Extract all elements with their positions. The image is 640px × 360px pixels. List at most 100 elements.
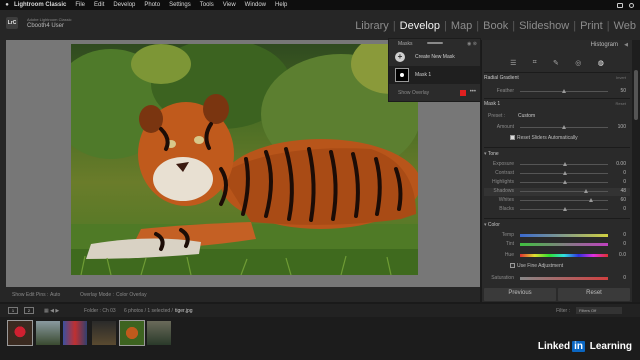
temp-slider-row[interactable]: Temp 0 bbox=[484, 232, 630, 240]
saturation-value[interactable]: 0 bbox=[623, 275, 626, 281]
tone-slider-knob[interactable] bbox=[563, 207, 567, 211]
tone-slider-row[interactable]: Whites 60 bbox=[484, 197, 630, 205]
scrollbar-thumb[interactable] bbox=[634, 70, 638, 120]
drag-handle-icon[interactable] bbox=[427, 42, 443, 44]
window-icon[interactable] bbox=[617, 2, 623, 8]
tone-slider-knob[interactable] bbox=[584, 189, 588, 193]
menu-photo[interactable]: Photo bbox=[144, 2, 160, 8]
tone-slider-value[interactable]: 60 bbox=[620, 197, 626, 203]
menu-develop[interactable]: Develop bbox=[113, 2, 135, 8]
temp-value[interactable]: 0 bbox=[623, 232, 626, 238]
mask-reset-button[interactable]: Reset bbox=[616, 101, 626, 106]
red-eye-icon[interactable]: ◎ bbox=[575, 59, 581, 67]
tone-slider-value[interactable]: 0 bbox=[623, 170, 626, 176]
tone-slider-value[interactable]: 48 bbox=[620, 188, 626, 194]
amount-value[interactable]: 100 bbox=[618, 124, 626, 130]
feather-value[interactable]: 50 bbox=[620, 88, 626, 94]
module-slideshow[interactable]: Slideshow bbox=[519, 20, 569, 32]
feather-track[interactable] bbox=[520, 89, 608, 93]
hue-track[interactable] bbox=[520, 254, 608, 257]
masks-panel-header[interactable]: Masks ◉ ⊗ bbox=[389, 39, 480, 48]
amount-knob[interactable] bbox=[562, 125, 566, 129]
menu-file[interactable]: File bbox=[75, 2, 85, 8]
panel-controls-icon[interactable]: ◉ ⊗ bbox=[467, 41, 477, 47]
tone-slider-track[interactable] bbox=[520, 207, 608, 211]
app-menu[interactable]: Lightroom Classic bbox=[14, 2, 66, 8]
tone-slider-value[interactable]: 0.00 bbox=[616, 161, 626, 167]
healing-icon[interactable]: ✎ bbox=[553, 59, 559, 67]
amount-slider-row[interactable]: Amount 100 bbox=[484, 124, 630, 132]
feather-slider-row[interactable]: Feather 50 bbox=[484, 88, 630, 96]
menu-settings[interactable]: Settings bbox=[169, 2, 191, 8]
tone-slider-row[interactable]: Shadows 48 bbox=[484, 188, 630, 196]
more-options-icon[interactable]: ••• bbox=[470, 89, 476, 95]
module-web[interactable]: Web bbox=[614, 20, 636, 32]
reset-sliders-checkbox[interactable] bbox=[510, 135, 515, 141]
tone-slider-value[interactable]: 0 bbox=[623, 179, 626, 185]
hue-slider-row[interactable]: Hue 0.0 bbox=[484, 252, 630, 260]
tone-slider-knob[interactable] bbox=[563, 180, 567, 184]
mask-item-1[interactable]: Mask 1 bbox=[389, 66, 480, 84]
tint-value[interactable]: 0 bbox=[623, 241, 626, 247]
monitor-2-button[interactable]: 2 bbox=[24, 307, 34, 314]
tone-slider-knob[interactable] bbox=[563, 171, 567, 175]
filmstrip-thumbnail[interactable] bbox=[147, 321, 171, 345]
apple-icon[interactable]: ● bbox=[0, 2, 14, 8]
module-develop[interactable]: Develop bbox=[400, 20, 440, 32]
tone-header[interactable]: ▾ Tone bbox=[484, 151, 630, 159]
module-print[interactable]: Print bbox=[580, 20, 603, 32]
module-library[interactable]: Library bbox=[355, 20, 389, 32]
edit-sliders-icon[interactable]: ☰ bbox=[510, 59, 516, 67]
show-edit-pins-select[interactable]: Auto bbox=[50, 292, 60, 298]
folder-label[interactable]: Folder : Ch 03 bbox=[84, 308, 116, 314]
feather-knob[interactable] bbox=[562, 89, 566, 93]
menu-tools[interactable]: Tools bbox=[200, 2, 214, 8]
module-map[interactable]: Map bbox=[451, 20, 472, 32]
tone-slider-value[interactable]: 0 bbox=[623, 206, 626, 212]
tone-slider-row[interactable]: Contrast 0 bbox=[484, 170, 630, 178]
filmstrip-thumbnail[interactable] bbox=[7, 320, 33, 346]
tiger-photo[interactable] bbox=[71, 44, 418, 275]
tint-slider-row[interactable]: Tint 0 bbox=[484, 241, 630, 249]
module-book[interactable]: Book bbox=[483, 20, 508, 32]
histogram-header[interactable]: Histogram ◀ bbox=[482, 40, 632, 52]
menu-help[interactable]: Help bbox=[275, 2, 287, 8]
create-new-mask-button[interactable]: + Create New Mask bbox=[389, 48, 480, 66]
reset-sliders-row[interactable]: Reset Sliders Automatically bbox=[510, 135, 578, 141]
filmstrip-thumbnail[interactable] bbox=[63, 321, 87, 345]
tone-slider-track[interactable] bbox=[520, 189, 608, 193]
overlay-mode-select[interactable]: Color Overlay bbox=[116, 292, 147, 298]
masks-panel[interactable]: Masks ◉ ⊗ + Create New Mask Mask 1 Show … bbox=[388, 38, 481, 102]
filmstrip-thumbnail[interactable] bbox=[92, 321, 116, 345]
menu-window[interactable]: Window bbox=[245, 2, 266, 8]
tone-slider-row[interactable]: Highlights 0 bbox=[484, 179, 630, 187]
menu-edit[interactable]: Edit bbox=[94, 2, 104, 8]
tone-slider-track[interactable] bbox=[520, 162, 608, 166]
amount-track[interactable] bbox=[520, 125, 608, 129]
hue-value[interactable]: 0.0 bbox=[619, 252, 626, 258]
saturation-slider-row[interactable]: Saturation 0 bbox=[484, 275, 630, 283]
filmstrip-thumbnail[interactable] bbox=[36, 321, 60, 345]
fine-adjust-checkbox[interactable] bbox=[510, 263, 515, 269]
show-overlay-toggle[interactable]: Show Overlay bbox=[398, 90, 429, 96]
overlay-color-swatch[interactable] bbox=[460, 90, 466, 96]
filmstrip-thumbnail[interactable] bbox=[119, 320, 145, 346]
fine-adjust-row[interactable]: Use Fine Adjustment bbox=[510, 263, 563, 269]
crop-icon[interactable]: ⌗ bbox=[533, 59, 537, 67]
monitor-1-button[interactable]: 1 bbox=[8, 307, 18, 314]
color-header[interactable]: ▾ Color bbox=[484, 222, 630, 230]
collapse-triangle-icon[interactable]: ◀ bbox=[624, 42, 628, 48]
tone-slider-track[interactable] bbox=[520, 180, 608, 184]
tone-slider-row[interactable]: Blacks 0 bbox=[484, 206, 630, 214]
tone-slider-track[interactable] bbox=[520, 198, 608, 202]
filter-select[interactable]: Filters Off bbox=[576, 307, 622, 314]
tint-track[interactable] bbox=[520, 243, 608, 246]
tone-slider-track[interactable] bbox=[520, 171, 608, 175]
previous-button[interactable]: Previous bbox=[484, 288, 556, 301]
reset-button[interactable]: Reset bbox=[558, 288, 630, 301]
masking-icon[interactable]: ◍ bbox=[598, 59, 604, 67]
selected-filename[interactable]: tiger.jpg bbox=[175, 308, 193, 314]
tone-slider-knob[interactable] bbox=[589, 198, 593, 202]
grid-icon[interactable]: ▦ ◀ ▶ bbox=[44, 308, 59, 314]
temp-track[interactable] bbox=[520, 234, 608, 237]
